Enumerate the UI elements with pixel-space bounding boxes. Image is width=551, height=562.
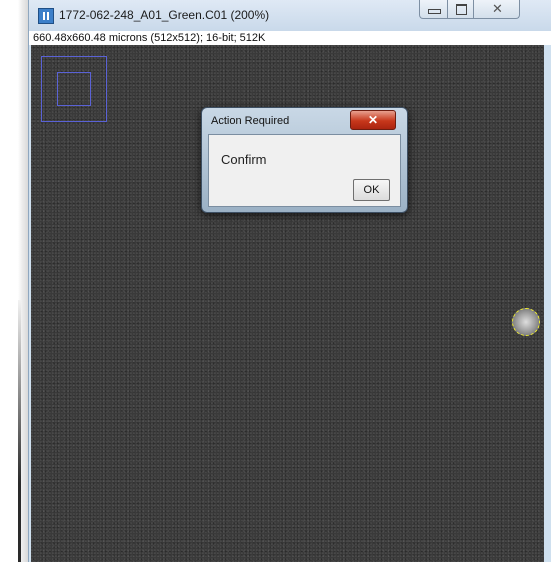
window-controls: ✕ bbox=[419, 0, 547, 20]
zoom-navigator-viewport[interactable] bbox=[57, 72, 91, 106]
minimize-icon bbox=[428, 9, 441, 14]
titlebar[interactable]: 1772-062-248_A01_Green.C01 (200%) ✕ bbox=[29, 0, 551, 31]
image-window: 1772-062-248_A01_Green.C01 (200%) ✕ 660.… bbox=[28, 0, 551, 562]
roi-selection-circle[interactable] bbox=[512, 308, 540, 336]
maximize-button[interactable] bbox=[447, 0, 474, 19]
ok-button[interactable]: OK bbox=[353, 179, 390, 201]
maximize-icon bbox=[456, 4, 467, 15]
window-shadow bbox=[18, 300, 21, 562]
image-info-text: 660.48x660.48 microns (512x512); 16-bit;… bbox=[33, 32, 266, 44]
minimize-button[interactable] bbox=[419, 0, 448, 19]
zoom-navigator-outer[interactable] bbox=[41, 56, 107, 122]
dialog-title: Action Required bbox=[211, 115, 290, 127]
imagej-app-icon bbox=[38, 8, 54, 24]
action-required-dialog: Action Required ✕ Confirm OK bbox=[201, 107, 408, 213]
image-info-bar: 660.48x660.48 microns (512x512); 16-bit;… bbox=[29, 31, 551, 45]
close-icon: ✕ bbox=[492, 1, 503, 16]
dialog-message: Confirm bbox=[221, 152, 267, 167]
dialog-close-button[interactable]: ✕ bbox=[350, 110, 396, 130]
dialog-body: Confirm OK bbox=[208, 134, 401, 207]
background-desktop bbox=[0, 0, 28, 562]
window-title: 1772-062-248_A01_Green.C01 (200%) bbox=[59, 8, 270, 22]
close-button[interactable]: ✕ bbox=[473, 0, 520, 19]
